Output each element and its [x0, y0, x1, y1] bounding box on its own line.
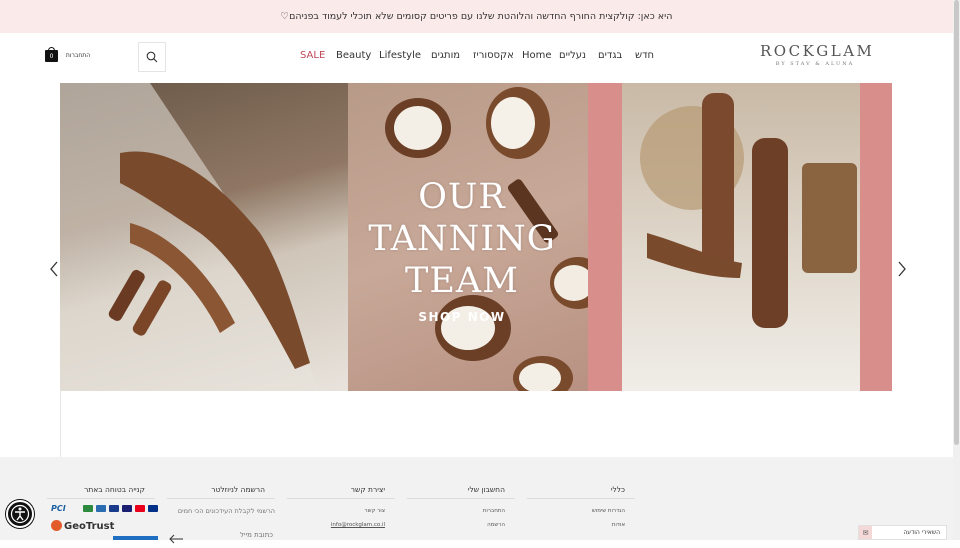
nav-item-brands[interactable]: מותגים [431, 50, 460, 61]
hero-image-right [622, 83, 860, 391]
arrow-left-icon [169, 534, 183, 544]
nav-item-sale[interactable]: SALE [300, 50, 325, 61]
footer-col-title: יצירת קשר [287, 485, 395, 499]
geotrust-logo-icon [51, 520, 62, 531]
pci-badge: PCI [51, 504, 66, 513]
footer-link-login[interactable]: התחברות [407, 508, 515, 514]
login-link[interactable]: התחברות [60, 52, 96, 59]
footer-col-newsletter: הרשמה לניוזלטר הרשמי לקבלת העידכונים הכי… [167, 485, 275, 515]
accessibility-button[interactable] [6, 500, 34, 528]
envelope-icon: ✉ [859, 526, 872, 539]
trust-seal [113, 536, 158, 540]
hero-headline-line-1: OUR [418, 177, 506, 217]
hero-cta[interactable]: SHOP NOW [348, 310, 576, 324]
footer-col-secure: קנייה בטוחה באתר [47, 485, 155, 499]
carousel-next-button[interactable] [895, 260, 907, 278]
hero-image-left [60, 83, 348, 391]
footer-col-title: כללי [527, 485, 635, 499]
chat-widget[interactable]: השאירי הודעה ✉ [858, 525, 947, 540]
footer-link-terms[interactable]: הגדרות שימוש [527, 508, 635, 514]
logo-sub: BY STAV & ALUNA [775, 61, 855, 67]
footer-link-email[interactable]: info@rockglam.co.il [287, 522, 395, 528]
announcement-text: היא כאן: קולקצית החורף החדשה והלוהטת שלנ… [280, 11, 673, 22]
hero-banner[interactable]: OUR TANNING TEAM SHOP NOW [60, 83, 892, 391]
footer-col-general: כללי הגדרות שימוש אודות [527, 485, 635, 528]
logo-main: ROCKGLAM [760, 42, 875, 60]
nav-item-shoes[interactable]: נעליים [559, 50, 586, 61]
carousel-prev-button[interactable] [47, 260, 59, 278]
nav-item-accessories[interactable]: אקססוריז [473, 50, 514, 61]
footer-col-account: החשבון שלי התחברות הרשמה [407, 485, 515, 528]
chevron-left-icon [50, 261, 58, 277]
card-icon [96, 505, 106, 512]
footer-link-register[interactable]: הרשמה [407, 522, 515, 528]
nav-item-beauty[interactable]: Beauty [336, 50, 371, 61]
cart-count: 0 [45, 50, 58, 62]
search-button[interactable] [138, 42, 166, 72]
site-footer: כללי הגדרות שימוש אודות החשבון שלי התחבר… [0, 457, 953, 540]
page-scrollbar[interactable] [953, 0, 960, 540]
amex-icon [109, 505, 119, 512]
footer-col-title: קנייה בטוחה באתר [47, 485, 155, 499]
brand-logo[interactable]: ROCKGLAM BY STAV & ALUNA [760, 42, 875, 67]
footer-link-contact[interactable]: צור קשר [287, 508, 395, 514]
nav-item-lifestyle[interactable]: Lifestyle [379, 50, 421, 61]
announcement-bar: היא כאן: קולקצית החורף החדשה והלוהטת שלנ… [0, 0, 953, 33]
site-header: ROCKGLAM BY STAV & ALUNA חדש בגדים נעליי… [0, 33, 953, 83]
secure-icon [83, 505, 93, 512]
footer-col-title: הרשמה לניוזלטר [167, 485, 275, 499]
chat-label: השאירי הודעה [903, 529, 940, 536]
search-icon [146, 51, 158, 63]
newsletter-submit-button[interactable] [168, 529, 184, 544]
paypal-icon [148, 505, 158, 512]
nav-item-clothing[interactable]: בגדים [598, 50, 622, 61]
hero-headline-line-2: TANNING [368, 219, 556, 259]
cart-button[interactable]: 0 [45, 47, 58, 62]
chevron-right-icon [898, 261, 906, 277]
hero-headline: OUR TANNING TEAM [348, 176, 576, 302]
scrollbar-thumb[interactable] [954, 0, 959, 445]
geotrust-badge: GeoTrust [51, 520, 114, 532]
footer-col-title: החשבון שלי [407, 485, 515, 499]
content-area [60, 391, 892, 457]
hero-headline-line-3: TEAM [404, 261, 519, 301]
newsletter-description: הרשמי לקבלת העידכונים הכי חמים [177, 507, 275, 515]
footer-link-about[interactable]: אודות [527, 522, 635, 528]
nav-item-new[interactable]: חדש [635, 50, 654, 61]
mastercard-icon [135, 505, 145, 512]
payment-icons [83, 505, 158, 512]
footer-col-contact: יצירת קשר צור קשר info@rockglam.co.il [287, 485, 395, 528]
nav-item-home[interactable]: Home [522, 50, 552, 61]
accessibility-icon [10, 504, 30, 524]
visa-icon [122, 505, 132, 512]
